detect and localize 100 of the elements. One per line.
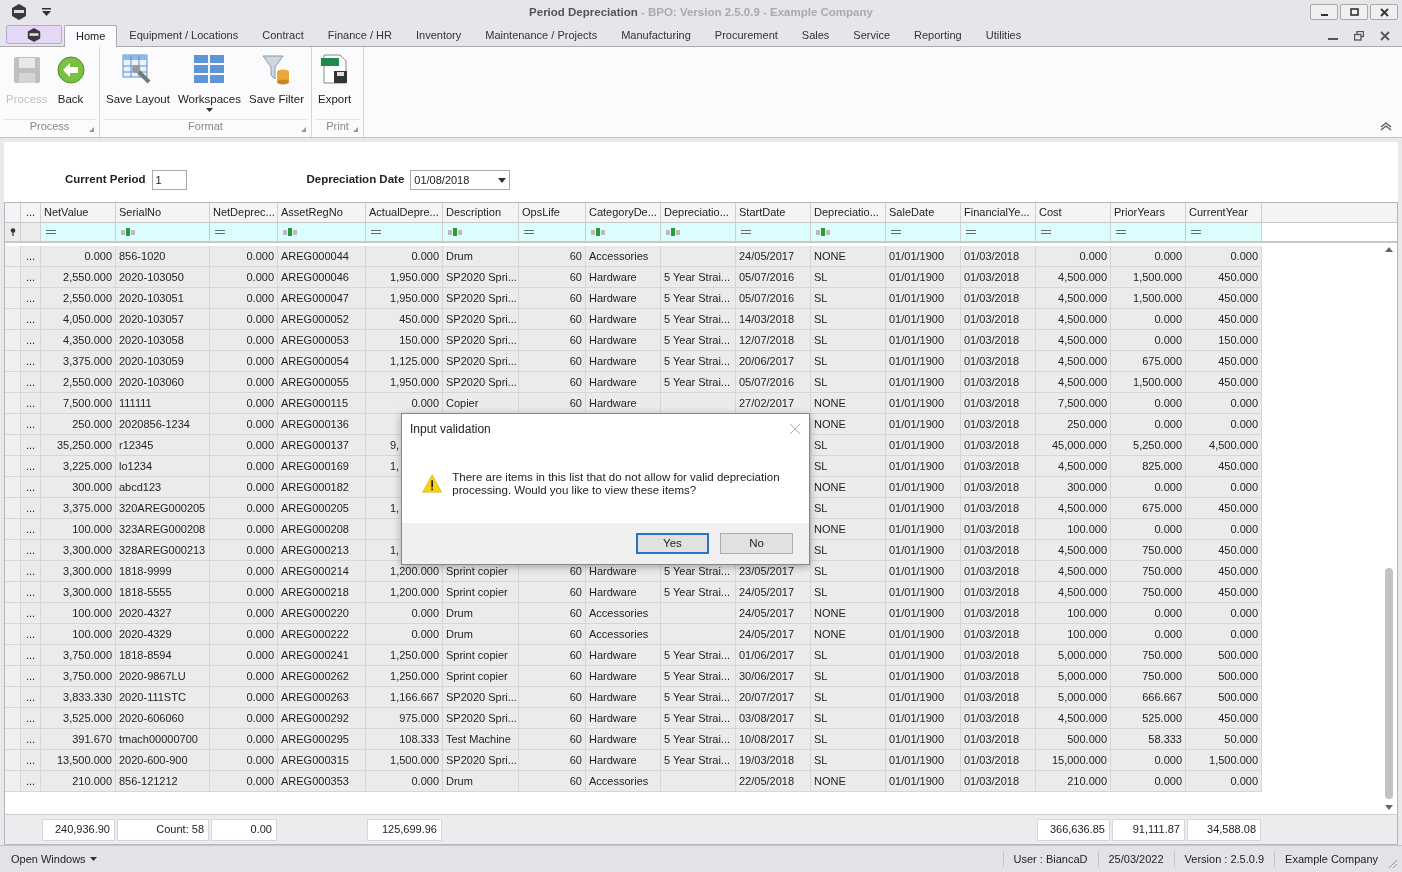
row-expand-cell[interactable]: ... bbox=[21, 372, 41, 392]
row-indicator[interactable] bbox=[5, 645, 21, 665]
ribbon-tab[interactable]: Home bbox=[64, 25, 118, 47]
equals-filter-icon[interactable] bbox=[1116, 230, 1126, 234]
filter-cell[interactable] bbox=[1186, 223, 1262, 241]
row-expand-cell[interactable]: ... bbox=[21, 645, 41, 665]
ribbon-tab[interactable]: Manufacturing bbox=[609, 25, 703, 46]
close-icon[interactable] bbox=[789, 423, 801, 435]
column-header[interactable]: NetDeprec... bbox=[210, 203, 278, 222]
column-header[interactable]: Cost bbox=[1036, 203, 1111, 222]
row-indicator[interactable] bbox=[5, 666, 21, 686]
filter-cell[interactable] bbox=[519, 223, 586, 241]
filter-cell[interactable] bbox=[736, 223, 811, 241]
column-header[interactable]: CategoryDe... bbox=[586, 203, 661, 222]
filter-cell[interactable] bbox=[661, 223, 736, 241]
column-header[interactable]: SaleDate bbox=[886, 203, 961, 222]
row-indicator[interactable] bbox=[5, 687, 21, 707]
row-indicator[interactable] bbox=[5, 372, 21, 392]
maximize-button[interactable] bbox=[1340, 4, 1368, 20]
row-expand-cell[interactable]: ... bbox=[21, 477, 41, 497]
filter-cell[interactable] bbox=[41, 223, 116, 241]
ribbon-button[interactable]: Workspaces bbox=[174, 51, 244, 119]
column-header[interactable]: CurrentYear bbox=[1186, 203, 1262, 222]
ribbon-tab[interactable]: Finance / HR bbox=[315, 25, 404, 46]
filter-cell[interactable] bbox=[886, 223, 961, 241]
row-expand-cell[interactable]: ... bbox=[21, 309, 41, 329]
equals-filter-icon[interactable] bbox=[46, 230, 56, 234]
row-indicator[interactable] bbox=[5, 456, 21, 476]
column-header[interactable]: PriorYears bbox=[1111, 203, 1186, 222]
filter-cell[interactable] bbox=[961, 223, 1036, 241]
row-indicator[interactable] bbox=[5, 267, 21, 287]
minimize-button[interactable] bbox=[1310, 4, 1338, 20]
filter-cell[interactable] bbox=[21, 223, 41, 241]
ribbon-tab[interactable]: Contract bbox=[250, 25, 316, 46]
row-expand-cell[interactable]: ... bbox=[21, 393, 41, 413]
equals-filter-icon[interactable] bbox=[1041, 230, 1051, 234]
row-indicator[interactable] bbox=[5, 624, 21, 644]
row-expand-cell[interactable]: ... bbox=[21, 351, 41, 371]
row-indicator[interactable] bbox=[5, 435, 21, 455]
dropdown-arrow-icon[interactable] bbox=[498, 177, 507, 183]
equals-filter-icon[interactable] bbox=[741, 230, 751, 234]
scroll-up-icon[interactable] bbox=[1385, 247, 1393, 252]
ribbon-tab[interactable]: Equipment / Locations bbox=[117, 25, 251, 46]
scrollbar-thumb[interactable] bbox=[1385, 568, 1393, 799]
ribbon-button[interactable]: Export bbox=[315, 51, 355, 119]
filter-cell[interactable] bbox=[366, 223, 443, 241]
row-indicator[interactable] bbox=[5, 540, 21, 560]
row-expand-cell[interactable]: ... bbox=[21, 540, 41, 560]
row-indicator[interactable] bbox=[5, 393, 21, 413]
equals-filter-icon[interactable] bbox=[371, 230, 381, 234]
ribbon-tab[interactable]: Utilities bbox=[973, 25, 1034, 46]
dialog-launcher-icon[interactable] bbox=[301, 127, 306, 132]
column-header[interactable]: Depreciatio... bbox=[661, 203, 736, 222]
row-expand-cell[interactable]: ... bbox=[21, 561, 41, 581]
equals-filter-icon[interactable] bbox=[891, 230, 901, 234]
row-expand-cell[interactable]: ... bbox=[21, 582, 41, 602]
row-expand-cell[interactable]: ... bbox=[21, 750, 41, 770]
filter-cell[interactable] bbox=[116, 223, 210, 241]
app-logo-icon[interactable] bbox=[10, 3, 28, 21]
row-indicator[interactable] bbox=[5, 477, 21, 497]
row-expand-cell[interactable]: ... bbox=[21, 771, 41, 791]
row-expand-cell[interactable]: ... bbox=[21, 435, 41, 455]
mdi-restore-icon[interactable] bbox=[1354, 31, 1364, 41]
column-header[interactable]: StartDate bbox=[736, 203, 811, 222]
column-header[interactable]: FinancialYe... bbox=[961, 203, 1036, 222]
row-expand-cell[interactable]: ... bbox=[21, 414, 41, 434]
column-header[interactable]: ... bbox=[21, 203, 41, 222]
ribbon-button[interactable]: Back bbox=[52, 51, 89, 119]
column-header[interactable]: NetValue bbox=[41, 203, 116, 222]
filter-cell[interactable] bbox=[811, 223, 886, 241]
close-button[interactable] bbox=[1370, 4, 1398, 20]
row-indicator[interactable] bbox=[5, 750, 21, 770]
row-expand-cell[interactable]: ... bbox=[21, 624, 41, 644]
column-header[interactable]: AssetRegNo bbox=[278, 203, 366, 222]
current-period-field[interactable]: 1 bbox=[151, 170, 187, 190]
scroll-down-icon[interactable] bbox=[1385, 805, 1393, 810]
ribbon-tab[interactable]: Inventory bbox=[404, 25, 474, 46]
dialog-button[interactable]: No bbox=[720, 533, 793, 554]
text-filter-icon[interactable] bbox=[121, 228, 135, 236]
row-indicator[interactable] bbox=[5, 771, 21, 791]
ribbon-button[interactable]: Save Layout bbox=[103, 51, 173, 119]
filter-cell[interactable] bbox=[1036, 223, 1111, 241]
quick-access-caret-icon[interactable] bbox=[42, 8, 51, 16]
depreciation-date-field[interactable]: 01/08/2018 bbox=[410, 170, 511, 190]
text-filter-icon[interactable] bbox=[448, 228, 462, 236]
text-filter-icon[interactable] bbox=[666, 228, 680, 236]
text-filter-icon[interactable] bbox=[283, 228, 297, 236]
row-indicator[interactable] bbox=[5, 582, 21, 602]
ribbon-tab[interactable]: Reporting bbox=[902, 25, 974, 46]
row-indicator[interactable] bbox=[5, 309, 21, 329]
row-indicator[interactable] bbox=[5, 561, 21, 581]
row-expand-cell[interactable]: ... bbox=[21, 519, 41, 539]
column-header[interactable]: Depreciatio... bbox=[811, 203, 886, 222]
column-header[interactable]: SerialNo bbox=[116, 203, 210, 222]
row-indicator[interactable] bbox=[5, 288, 21, 308]
row-expand-cell[interactable]: ... bbox=[21, 603, 41, 623]
mdi-close-icon[interactable] bbox=[1380, 31, 1390, 41]
row-indicator[interactable] bbox=[5, 246, 21, 266]
text-filter-icon[interactable] bbox=[816, 228, 830, 236]
application-menu-button[interactable] bbox=[6, 25, 62, 44]
